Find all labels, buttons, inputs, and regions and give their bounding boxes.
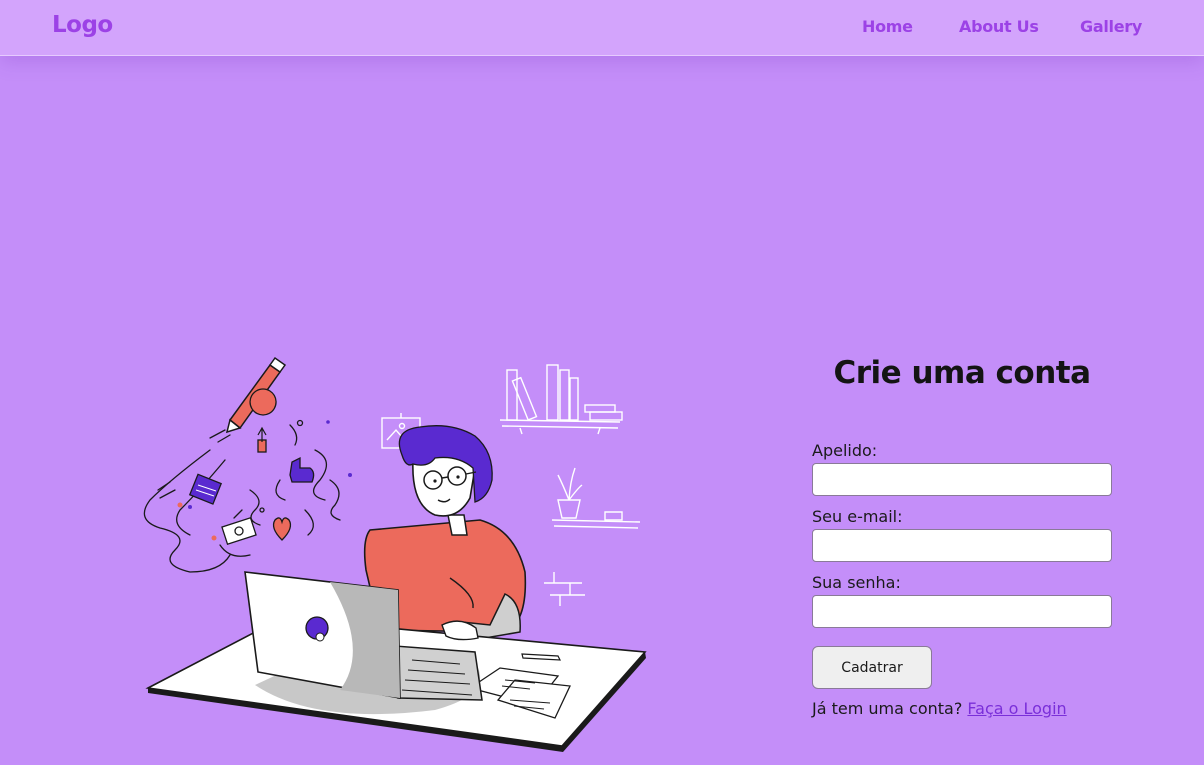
register-button[interactable]: Cadatrar [812, 646, 932, 689]
person-at-laptop-illustration [143, 356, 647, 752]
thumbs-up-doodle [289, 456, 315, 483]
email-label: Seu e-mail: [812, 507, 903, 526]
login-link[interactable]: Faça o Login [967, 699, 1066, 718]
password-label: Sua senha: [812, 573, 901, 592]
password-input[interactable] [812, 595, 1112, 628]
nav-link-gallery[interactable]: Gallery [1080, 17, 1142, 36]
heart-doodle [272, 517, 292, 541]
bookshelf-doodle [499, 364, 623, 435]
email-input[interactable] [812, 529, 1112, 562]
form-title: Crie uma conta [833, 355, 1091, 391]
camera-doodle [221, 516, 257, 546]
light-bulb-doodle [249, 388, 277, 453]
brick-wall-doodle [544, 572, 585, 606]
login-prompt-line: Já tem uma conta? Faça o Login [812, 699, 1067, 718]
nickname-input[interactable] [812, 463, 1112, 496]
nav-link-about-us[interactable]: About Us [959, 17, 1039, 36]
navbar: Logo Home About Us Gallery [0, 0, 1204, 56]
login-prompt-text: Já tem uma conta? [812, 699, 963, 718]
nav-link-home[interactable]: Home [862, 17, 913, 36]
plant-shelf-doodle [551, 467, 641, 529]
doodles [143, 419, 341, 573]
note-doodle [188, 473, 223, 505]
nickname-label: Apelido: [812, 441, 878, 460]
logo[interactable]: Logo [52, 12, 113, 38]
